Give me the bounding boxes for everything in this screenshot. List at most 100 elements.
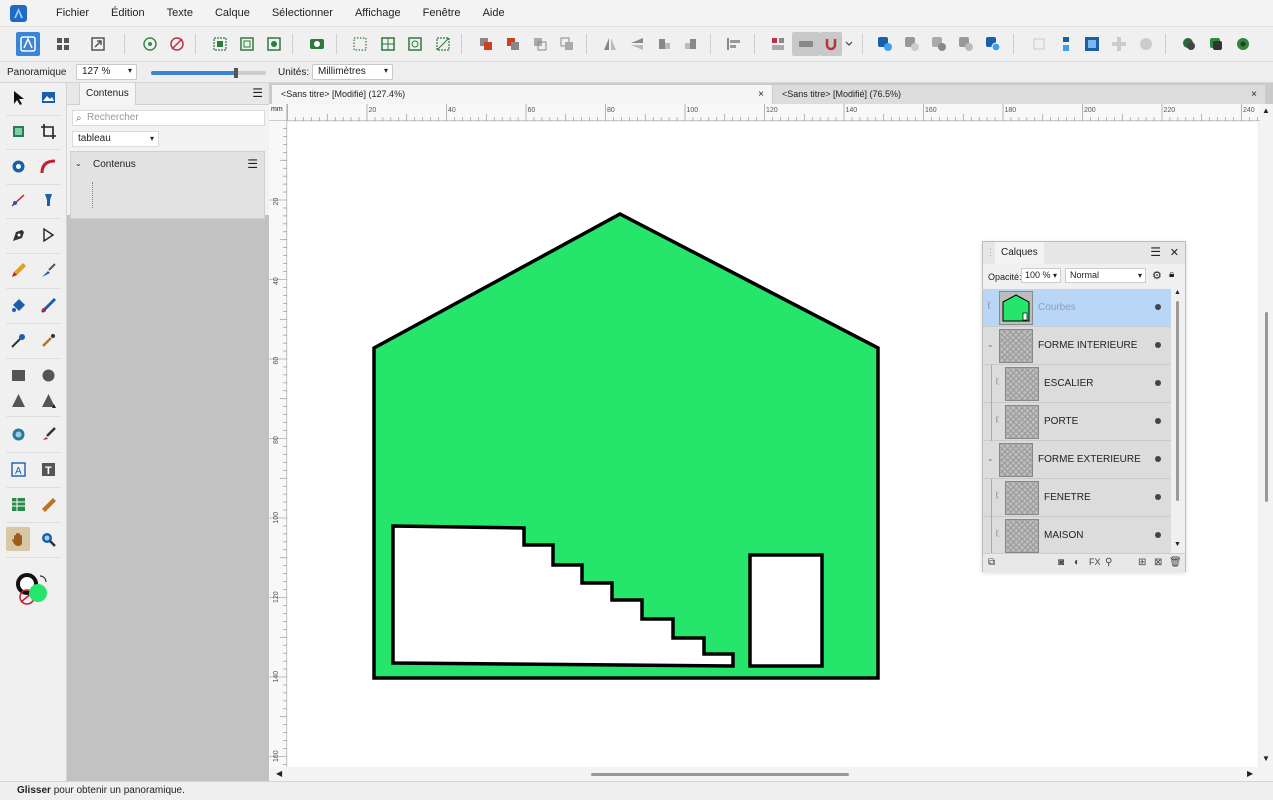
scroll-down-icon[interactable]: ▼ bbox=[1174, 541, 1181, 548]
magnet-options-chevron-icon[interactable] bbox=[843, 32, 855, 56]
chevron-down-icon[interactable]: ⌄ bbox=[75, 159, 82, 168]
artistic-text-tool-icon[interactable]: A bbox=[6, 457, 30, 481]
select-object-icon[interactable] bbox=[208, 32, 232, 56]
close-icon[interactable]: × bbox=[1251, 85, 1257, 104]
rectangle-tool-icon[interactable] bbox=[6, 363, 30, 387]
guides-off-icon[interactable] bbox=[431, 32, 455, 56]
tree-root-label[interactable]: Contenus bbox=[93, 159, 136, 170]
visibility-dot-icon[interactable] bbox=[1155, 494, 1161, 500]
visibility-dot-icon[interactable] bbox=[1155, 532, 1161, 538]
persona-pixel-icon[interactable] bbox=[51, 32, 75, 56]
account-icon[interactable] bbox=[1231, 32, 1255, 56]
no-snapping-icon[interactable] bbox=[165, 32, 189, 56]
tree-menu-icon[interactable]: ☰ bbox=[247, 157, 258, 171]
flip-horizontal-icon[interactable] bbox=[598, 32, 622, 56]
arrange-forward-icon[interactable] bbox=[501, 32, 525, 56]
scroll-up-icon[interactable]: ▲ bbox=[1174, 289, 1181, 296]
add-layer-icon[interactable]: ⊞ bbox=[1138, 557, 1146, 568]
assistant-icon[interactable] bbox=[1177, 32, 1201, 56]
layer-row-forme-interieure[interactable]: ⌄ FORME INTERIEURE bbox=[983, 327, 1171, 365]
tab-calques[interactable]: Calques bbox=[995, 242, 1044, 264]
arrange-back-icon[interactable] bbox=[555, 32, 579, 56]
contents-search-input[interactable]: ⌕ Rechercher bbox=[72, 110, 265, 126]
panel-menu-icon[interactable]: ☰ bbox=[1150, 245, 1161, 259]
compound-icon[interactable] bbox=[1134, 32, 1158, 56]
symbols-tool-icon[interactable] bbox=[6, 422, 30, 446]
visibility-dot-icon[interactable] bbox=[1155, 456, 1161, 462]
menu-selectionner[interactable]: Sélectionner bbox=[261, 0, 344, 27]
blend-mode-select[interactable]: Normal ▾ bbox=[1065, 268, 1146, 283]
layers-scroll-thumb[interactable] bbox=[1176, 301, 1179, 501]
document-tab-1[interactable]: <Sans titre> [Modifié] (127.4%) × bbox=[272, 85, 772, 104]
chevron-down-icon[interactable]: ⌄ bbox=[987, 454, 994, 463]
align-icon[interactable] bbox=[722, 32, 746, 56]
zoom-tool-icon[interactable] bbox=[36, 527, 60, 551]
boolean-subtract-icon[interactable] bbox=[900, 32, 924, 56]
vertical-scrollbar[interactable]: ▲ ▼ bbox=[1260, 104, 1273, 767]
contents-filter-select[interactable]: tableau ▾ bbox=[72, 131, 159, 147]
horizontal-scrollbar[interactable]: ◀ ▶ bbox=[269, 767, 1273, 781]
scroll-up-icon[interactable]: ▲ bbox=[1262, 106, 1270, 115]
vertical-scroll-thumb[interactable] bbox=[1265, 312, 1268, 502]
menu-calque[interactable]: Calque bbox=[204, 0, 261, 27]
move-tool-icon[interactable] bbox=[6, 85, 30, 109]
select-nodes-icon[interactable] bbox=[262, 32, 286, 56]
guides-icon[interactable] bbox=[403, 32, 427, 56]
insert-inside-icon[interactable] bbox=[1054, 32, 1078, 56]
frame-text-tool-icon[interactable]: T bbox=[36, 457, 60, 481]
rotate-right-icon[interactable] bbox=[679, 32, 703, 56]
select-bounds-icon[interactable] bbox=[235, 32, 259, 56]
zoom-slider-handle[interactable] bbox=[234, 68, 239, 78]
units-select[interactable]: Millimètres ▾ bbox=[312, 64, 393, 80]
ellipse-tool-icon[interactable] bbox=[36, 363, 60, 387]
corner-tool-icon[interactable] bbox=[36, 154, 60, 178]
menu-aide[interactable]: Aide bbox=[472, 0, 516, 27]
rotate-left-icon[interactable] bbox=[652, 32, 676, 56]
pencil-tool-icon[interactable] bbox=[6, 258, 30, 282]
place-image-tool-icon[interactable] bbox=[36, 85, 60, 109]
visibility-dot-icon[interactable] bbox=[1155, 418, 1161, 424]
vector-brush-tool-icon[interactable] bbox=[36, 258, 60, 282]
vertical-ruler[interactable]: 20 40 60 80 100 120 140 160 bbox=[269, 120, 287, 767]
magnet-icon[interactable] bbox=[820, 32, 842, 56]
point-transform-tool-icon[interactable] bbox=[6, 188, 30, 212]
layers-scrollbar[interactable]: ▲ ▼ bbox=[1173, 289, 1183, 553]
scroll-right-icon[interactable]: ▶ bbox=[1247, 769, 1253, 778]
menu-fenetre[interactable]: Fenêtre bbox=[412, 0, 472, 27]
table-tool-icon[interactable] bbox=[6, 492, 30, 516]
layer-row-maison[interactable]: ᛕ MAISON bbox=[983, 517, 1171, 553]
visibility-dot-icon[interactable] bbox=[1155, 304, 1161, 310]
snapping-icon[interactable] bbox=[138, 32, 162, 56]
layer-row-porte[interactable]: ᛕ PORTE bbox=[983, 403, 1171, 441]
measure-tool-icon[interactable] bbox=[36, 492, 60, 516]
close-icon[interactable]: ✕ bbox=[1170, 246, 1179, 259]
layer-row-courbes[interactable]: ᛕ Courbes bbox=[983, 289, 1171, 327]
tab-contenus[interactable]: Contenus bbox=[79, 83, 136, 105]
boolean-xor-icon[interactable] bbox=[954, 32, 978, 56]
opacity-select[interactable]: 100 % ▾ bbox=[1021, 268, 1061, 283]
shapes-tool-icon[interactable] bbox=[36, 388, 60, 412]
node-tool-icon[interactable] bbox=[6, 154, 30, 178]
mask-icon[interactable]: ◙ bbox=[1058, 557, 1064, 568]
select-same-icon[interactable] bbox=[766, 32, 790, 56]
toggle-preview-icon[interactable] bbox=[792, 32, 820, 56]
scroll-left-icon[interactable]: ◀ bbox=[276, 769, 282, 778]
hand-tool-icon[interactable] bbox=[6, 527, 30, 551]
ungroup-icon[interactable] bbox=[1107, 32, 1131, 56]
eyedropper-tool-icon[interactable] bbox=[36, 328, 60, 352]
boolean-divide-icon[interactable] bbox=[981, 32, 1005, 56]
color-picker-tool-icon[interactable] bbox=[6, 328, 30, 352]
triangle-tool-icon[interactable] bbox=[6, 388, 30, 412]
flip-vertical-icon[interactable] bbox=[625, 32, 649, 56]
lock-icon[interactable]: 🔒︎ bbox=[1169, 269, 1174, 280]
group-layer-icon[interactable]: ⊠ bbox=[1154, 557, 1162, 568]
visibility-dot-icon[interactable] bbox=[1155, 380, 1161, 386]
transform-icon[interactable] bbox=[1027, 32, 1051, 56]
artboard-tool-icon[interactable] bbox=[6, 119, 30, 143]
contour-tool-icon[interactable] bbox=[36, 188, 60, 212]
brush-layer-icon[interactable]: ⚲ bbox=[1105, 557, 1112, 568]
arrange-front-icon[interactable] bbox=[474, 32, 498, 56]
layer-row-fenetre[interactable]: ᛕ FENETRE bbox=[983, 479, 1171, 517]
view-mode-icon[interactable] bbox=[305, 32, 329, 56]
fx-icon[interactable]: FX bbox=[1089, 557, 1101, 567]
